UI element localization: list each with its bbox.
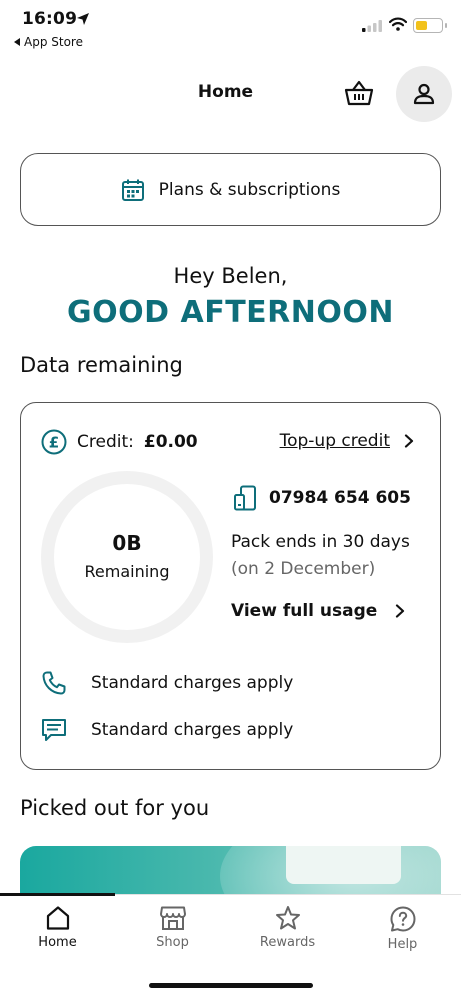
credit-row: £ Credit: £0.00	[41, 429, 198, 455]
chevron-right-icon	[396, 604, 405, 618]
tab-rewards[interactable]: Rewards	[230, 905, 345, 950]
remaining-label: Remaining	[84, 562, 170, 581]
call-charges-text: Standard charges apply	[91, 673, 294, 693]
back-triangle-icon	[14, 38, 20, 46]
plans-label: Plans & subscriptions	[158, 179, 341, 200]
tab-home-label: Home	[38, 935, 77, 950]
top-up-label: Top-up credit	[279, 431, 390, 451]
call-charges-row: Standard charges apply	[41, 670, 293, 696]
shop-icon	[159, 906, 186, 930]
back-to-app-store[interactable]: App Store	[14, 35, 83, 49]
person-icon	[413, 83, 435, 105]
pack-ends-text: Pack ends in 30 days	[231, 532, 410, 552]
home-indicator	[149, 983, 313, 988]
star-icon	[275, 906, 300, 930]
greeting-name: Hey Belen,	[173, 264, 288, 288]
cellular-signal-icon	[362, 20, 382, 32]
basket-button[interactable]	[342, 78, 376, 108]
page-title: Home	[197, 82, 254, 102]
view-usage-label: View full usage	[231, 601, 378, 621]
active-tab-indicator	[0, 893, 115, 896]
profile-button[interactable]	[396, 66, 452, 122]
data-card: £ Credit: £0.00 Top-up credit 0B Remaini…	[20, 402, 441, 770]
chevron-right-icon	[404, 434, 414, 448]
tab-shop[interactable]: Shop	[115, 905, 230, 950]
status-time: 16:09	[22, 9, 78, 29]
tab-help[interactable]: Help	[345, 905, 460, 952]
phone-call-icon	[42, 671, 66, 695]
basket-icon	[344, 80, 374, 106]
picked-for-you-heading: Picked out for you	[20, 796, 210, 820]
promo-lamp-image	[286, 846, 401, 884]
credit-value: £0.00	[143, 432, 198, 452]
location-arrow-icon	[77, 13, 89, 25]
text-charges-text: Standard charges apply	[91, 720, 294, 740]
data-usage-ring	[41, 471, 213, 643]
sim-phone-icon	[234, 485, 256, 511]
tab-help-label: Help	[387, 937, 418, 952]
wifi-icon	[389, 17, 407, 31]
tab-rewards-label: Rewards	[259, 935, 316, 950]
help-icon	[390, 906, 415, 932]
text-charges-row: Standard charges apply	[41, 717, 293, 743]
calendar-icon	[121, 179, 144, 201]
phone-number: 07984 654 605	[269, 488, 411, 508]
battery-level	[416, 21, 427, 30]
tab-shop-label: Shop	[156, 935, 189, 950]
greeting-time-of-day: GOOD AFTERNOON	[67, 295, 394, 330]
home-icon	[46, 906, 69, 930]
plans-subscriptions-button[interactable]: Plans & subscriptions	[20, 153, 441, 226]
view-full-usage-link[interactable]: View full usage	[231, 601, 405, 621]
battery-icon	[413, 18, 447, 33]
pack-end-date: (on 2 December)	[231, 559, 376, 579]
svg-text:£: £	[49, 434, 59, 452]
pound-icon: £	[41, 429, 67, 455]
credit-label: Credit:	[77, 432, 134, 452]
remaining-value: 0B	[112, 531, 142, 555]
data-remaining-heading: Data remaining	[20, 353, 183, 377]
status-bar: 16:09 App Store	[0, 0, 461, 56]
top-up-credit-link[interactable]: Top-up credit	[280, 431, 414, 451]
back-app-label: App Store	[24, 35, 83, 49]
tab-home[interactable]: Home	[0, 905, 115, 950]
message-icon	[42, 719, 66, 741]
phone-number-row: 07984 654 605	[233, 485, 411, 511]
